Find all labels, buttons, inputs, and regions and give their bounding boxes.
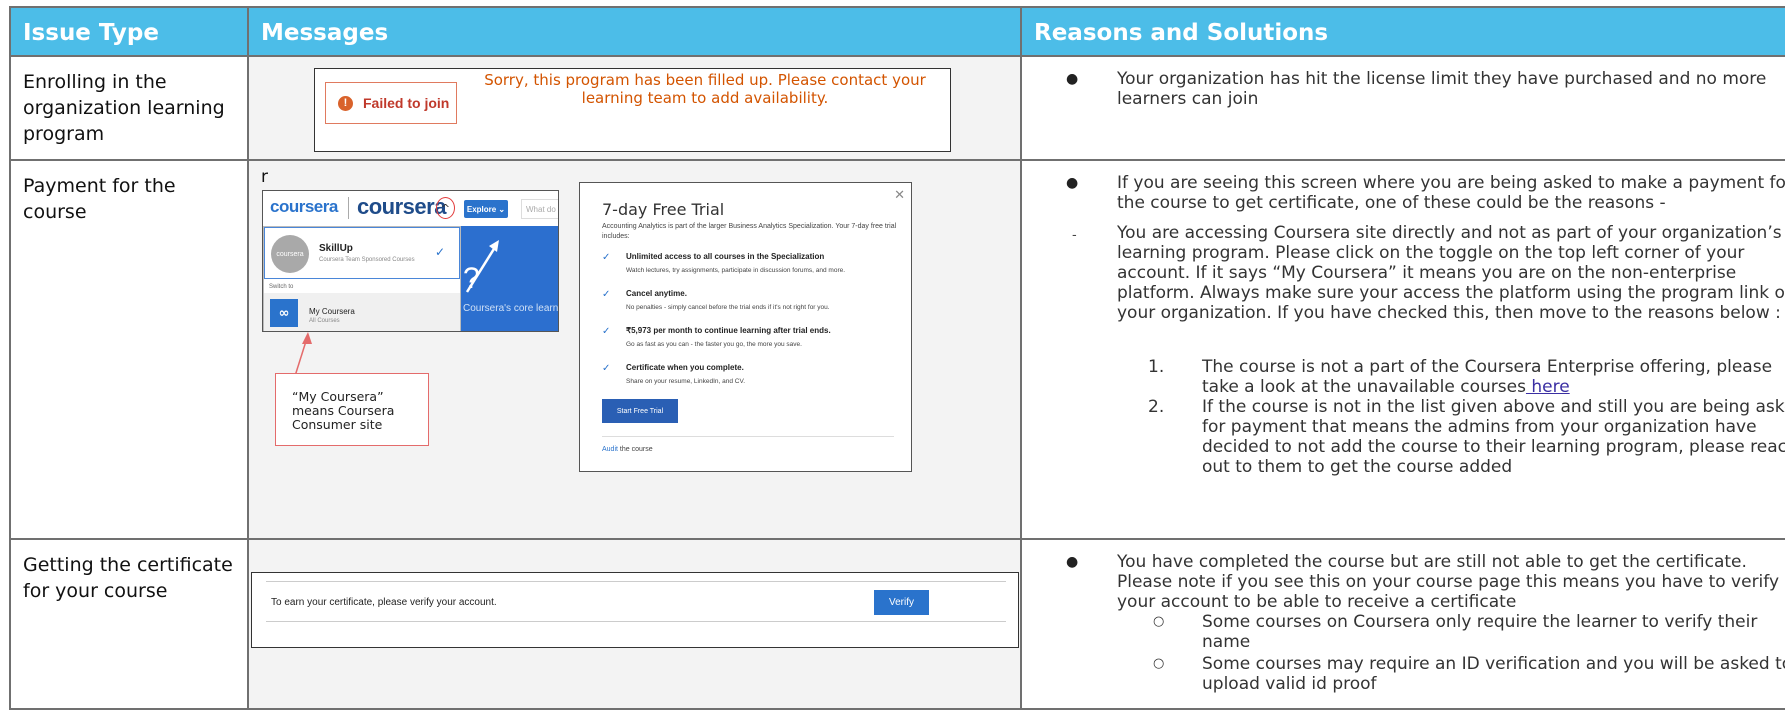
selected-account-sub: Coursera Team Sponsored Courses	[319, 257, 415, 263]
issue-table: Issue Type Messages Reasons and Solution…	[9, 6, 1785, 710]
number-marker: 1.	[1148, 357, 1165, 377]
table-row: Getting the certificate for your course …	[9, 538, 1785, 710]
svg-text:?: ?	[463, 262, 480, 295]
header-issue-type: Issue Type	[9, 6, 249, 57]
search-field: What do	[521, 199, 558, 219]
feature-desc: Go as fast as you can - the faster you g…	[626, 341, 802, 348]
hero-text: Coursera's core learn	[463, 303, 559, 314]
divider	[602, 436, 894, 437]
issue-table-sheet: Issue Type Messages Reasons and Solution…	[0, 0, 1785, 724]
message-cell: r coursera coursera ^ Explore ⌄ What do …	[247, 159, 1022, 540]
reason-text: If you are seeing this screen where you …	[1117, 173, 1785, 213]
header-reasons: Reasons and Solutions	[1020, 6, 1785, 57]
reason-text: You are accessing Coursera site directly…	[1117, 223, 1785, 323]
coursera-logo-small: coursera	[270, 197, 338, 216]
check-icon: ✓	[602, 252, 611, 263]
issue-cell: Enrolling in the organization learning p…	[9, 55, 249, 161]
divider	[266, 621, 1006, 622]
stray-character: r	[261, 167, 268, 187]
divider	[266, 581, 1006, 582]
numbered-reason: The course is not a part of the Coursera…	[1202, 357, 1785, 397]
feature-title: ₹5,973 per month to continue learning af…	[626, 326, 831, 335]
failed-to-join-button: ! Failed to join	[325, 82, 457, 124]
table-row: Payment for the course r coursera course…	[9, 159, 1785, 540]
issue-cell: Payment for the course	[9, 159, 249, 540]
circle-marker: ○	[1153, 656, 1165, 671]
audit-line: Audit the course	[602, 446, 653, 453]
reasons-cell: ● If you are seeing this screen where yo…	[1020, 159, 1785, 540]
table-row: Enrolling in the organization learning p…	[9, 55, 1785, 161]
reason-text: You have completed the course but are st…	[1117, 552, 1780, 612]
other-account-sub: All Courses	[309, 318, 340, 324]
feature-title: Unlimited access to all courses in the S…	[626, 252, 825, 261]
exclamation-icon: !	[338, 95, 353, 111]
trial-intro: Accounting Analytics is part of the larg…	[602, 223, 897, 240]
sub-reason: Some courses may require an ID verificat…	[1202, 654, 1785, 694]
dash-marker: -	[1072, 228, 1077, 243]
circle-marker: ○	[1153, 614, 1165, 629]
numbered-reason-text: The course is not a part of the Coursera…	[1202, 357, 1773, 397]
numbered-reason: If the course is not in the list given a…	[1202, 397, 1785, 477]
switch-to-label: Switch to	[269, 284, 294, 290]
infinity-icon: ∞	[270, 299, 298, 327]
check-icon: ✓	[435, 245, 446, 259]
hero-arrow-icon: ?	[463, 240, 499, 295]
check-icon: ✓	[602, 363, 611, 374]
audit-link: Audit	[602, 446, 618, 453]
explore-button: Explore ⌄	[464, 200, 508, 218]
selected-account-name: SkillUp	[319, 243, 353, 254]
failed-join-screenshot: ! Failed to join Sorry, this program has…	[314, 68, 951, 152]
avatar: coursera	[271, 235, 309, 273]
coursera-switcher-screenshot: coursera coursera ^ Explore ⌄ What do ? …	[262, 190, 559, 332]
reasons-cell: ● You have completed the course but are …	[1020, 538, 1785, 710]
header-messages: Messages	[247, 6, 1022, 57]
selected-account-row: coursera SkillUp Coursera Team Sponsored…	[264, 227, 460, 279]
bullet-marker: ●	[1066, 175, 1079, 191]
feature-title: Certificate when you complete.	[626, 363, 744, 372]
account-switcher-dropdown: coursera SkillUp Coursera Team Sponsored…	[263, 226, 461, 331]
reason-text: Your organization has hit the license li…	[1117, 69, 1767, 109]
verify-prompt: To earn your certificate, please verify …	[271, 597, 497, 608]
my-coursera-callout: “My Coursera” means Coursera Consumer si…	[275, 373, 429, 446]
program-full-message: Sorry, this program has been filled up. …	[484, 71, 926, 107]
unavailable-courses-link[interactable]: here	[1526, 377, 1569, 397]
verify-screenshot: To earn your certificate, please verify …	[251, 572, 1019, 648]
close-icon: ✕	[894, 187, 905, 202]
feature-title: Cancel anytime.	[626, 289, 687, 298]
feature-desc: Share on your resume, LinkedIn, and CV.	[626, 378, 745, 385]
feature-desc: No penalties - simply cancel before the …	[626, 304, 830, 311]
start-free-trial-button: Start Free Trial	[602, 399, 678, 423]
message-cell: ! Failed to join Sorry, this program has…	[247, 55, 1022, 161]
issue-cell: Getting the certificate for your course	[9, 538, 249, 710]
table-header-row: Issue Type Messages Reasons and Solution…	[9, 6, 1785, 57]
bullet-marker: ●	[1066, 71, 1079, 87]
other-account-name: My Coursera	[309, 307, 355, 316]
bullet-marker: ●	[1066, 554, 1079, 570]
number-marker: 2.	[1148, 397, 1165, 417]
logo-divider	[348, 197, 349, 219]
coursera-logo-large: coursera	[357, 194, 446, 219]
verify-button: Verify	[874, 590, 929, 615]
chevron-up-icon: ^	[436, 197, 455, 219]
sub-reason: Some courses on Coursera only require th…	[1202, 612, 1758, 652]
trial-title: 7-day Free Trial	[602, 200, 725, 219]
coursera-top-bar: coursera coursera ^ Explore ⌄ What do	[263, 191, 558, 226]
reasons-cell: ● Your organization has hit the license …	[1020, 55, 1785, 161]
failed-to-join-label: Failed to join	[363, 95, 450, 111]
callout-arrow-icon	[294, 332, 312, 377]
free-trial-screenshot: ✕ 7-day Free Trial Accounting Analytics …	[579, 182, 912, 472]
message-cell: To earn your certificate, please verify …	[247, 538, 1022, 710]
check-icon: ✓	[602, 289, 611, 300]
check-icon: ✓	[602, 326, 611, 337]
feature-desc: Watch lectures, try assignments, partici…	[626, 267, 846, 274]
audit-rest: the course	[617, 446, 653, 453]
